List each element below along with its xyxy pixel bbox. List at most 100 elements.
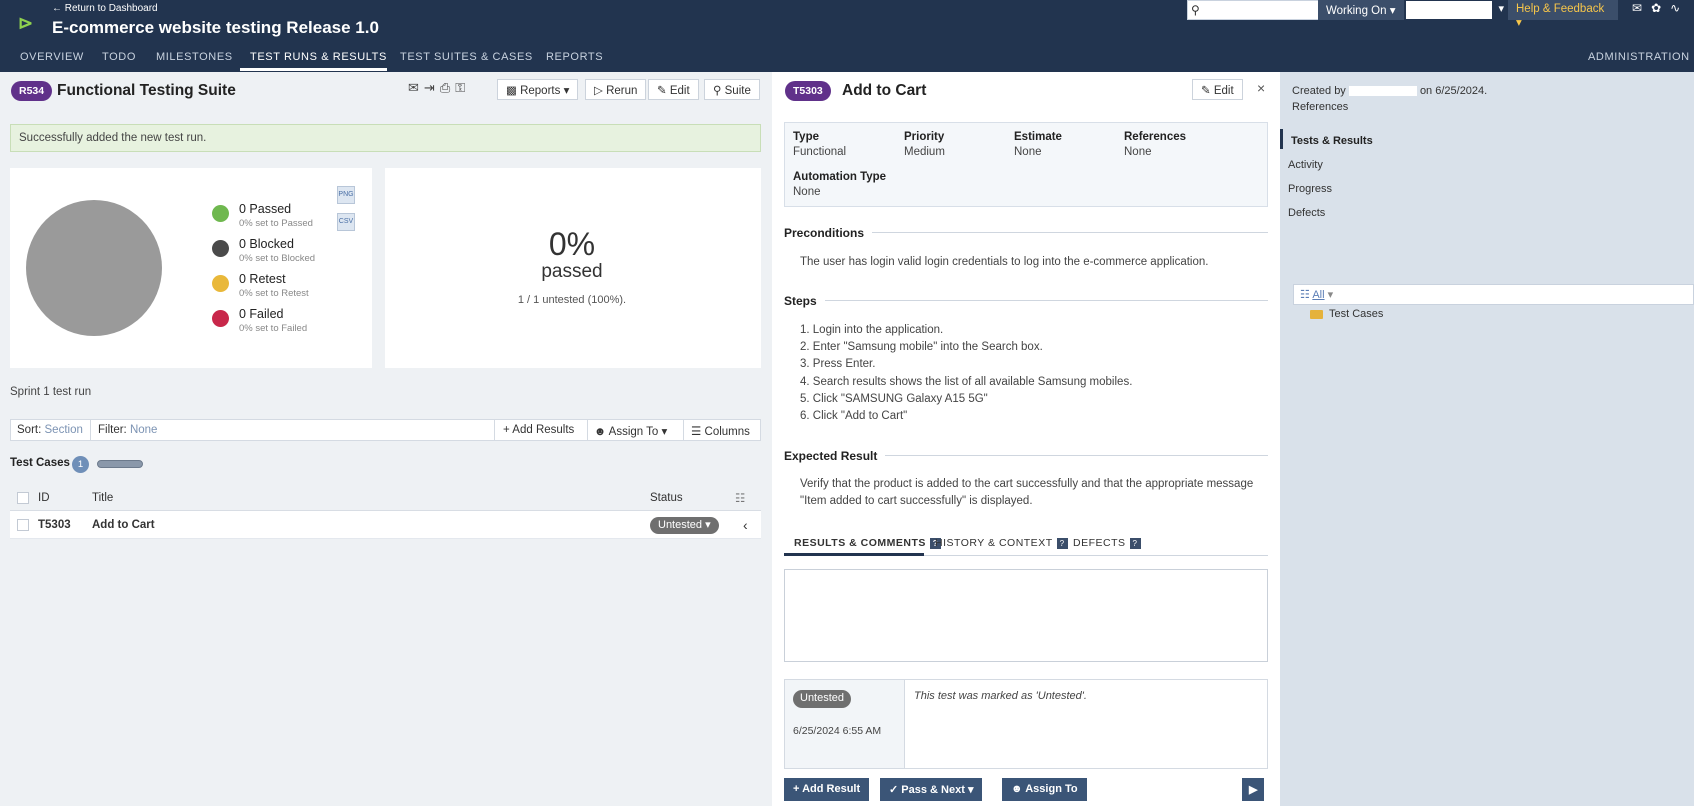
sidebar-item-tests-results[interactable]: Tests & Results <box>1291 135 1373 147</box>
status-dropdown[interactable]: Untested ▾ <box>650 517 719 534</box>
legend-failed-label: 0 Failed <box>239 307 284 321</box>
edit-label: Edit <box>1213 85 1234 97</box>
column-status[interactable]: Status <box>650 492 683 504</box>
user-menu[interactable]: ▾ <box>1404 0 1504 20</box>
app-logo-icon[interactable]: ⊳ <box>18 14 33 32</box>
comment-textarea[interactable] <box>784 569 1268 662</box>
active-tab-indicator <box>240 68 387 71</box>
pass-percentage: 0% <box>548 226 596 262</box>
active-nav-indicator <box>1280 129 1283 149</box>
tree-folder-test-cases[interactable]: Test Cases <box>1310 308 1383 320</box>
legend-blocked-sub: 0% set to Blocked <box>239 253 316 264</box>
tab-test-runs-results[interactable]: TEST RUNS & RESULTS <box>250 51 387 63</box>
working-on-dropdown[interactable]: Working On ▾ <box>1318 0 1404 20</box>
row-checkbox[interactable] <box>17 519 29 531</box>
filter-control[interactable]: Filter: None <box>98 424 157 436</box>
preconditions-heading: Preconditions <box>784 226 873 240</box>
add-results-label: Add Results <box>512 424 575 436</box>
email-icon[interactable]: ✉ <box>408 80 424 95</box>
top-header: ⊳ ← Return to Dashboard E-commerce websi… <box>0 0 1694 72</box>
assign-to-button[interactable]: ☻ Assign To <box>1002 778 1087 801</box>
run-description: Sprint 1 test run <box>10 386 92 398</box>
step-item: 2. Enter "Samsung mobile" into the Searc… <box>800 341 1043 354</box>
legend-retest-sub: 0% set to Retest <box>239 288 309 299</box>
magnifier-icon: ⚲ <box>713 85 722 97</box>
chevron-down-icon: ▾ <box>563 85 570 97</box>
folder-label: Test Cases <box>1329 308 1384 320</box>
result-history-entry: Untested 6/25/2024 6:55 AM This test was… <box>784 679 1268 769</box>
tab-test-suites-cases[interactable]: TEST SUITES & CASES <box>400 51 533 63</box>
sidebar-item-progress[interactable]: Progress <box>1288 183 1332 195</box>
user-name-redacted <box>1406 1 1492 19</box>
column-title[interactable]: Title <box>92 492 113 504</box>
export-chart-icon[interactable]: PNG <box>337 186 355 204</box>
print-icon[interactable]: ⎙ <box>440 80 455 95</box>
tab-history-context[interactable]: HISTORY & CONTEXT? <box>935 537 1068 549</box>
header-icon-group: ✉✿∿ <box>1632 1 1689 15</box>
sort-control[interactable]: Sort: Section <box>17 424 83 436</box>
divider <box>587 420 588 440</box>
step-item: 1. Login into the application. <box>800 324 944 336</box>
close-icon[interactable]: × <box>1257 80 1265 96</box>
suite-button[interactable]: ⚲ Suite <box>704 79 760 100</box>
chevron-down-icon[interactable]: ▾ <box>968 784 974 796</box>
edit-run-button[interactable]: ✎ Edit <box>648 79 699 100</box>
case-id-badge: T5303 <box>785 81 831 101</box>
tab-overview[interactable]: OVERVIEW <box>20 51 84 63</box>
assign-user-icon: ☻ <box>594 426 607 438</box>
sidebar-item-defects[interactable]: Defects <box>1288 207 1325 219</box>
reports-dropdown-button[interactable]: ▩ Reports ▾ <box>497 79 579 100</box>
help-icon[interactable]: ? <box>1129 538 1141 549</box>
project-title: E-commerce website testing Release 1.0 <box>52 18 379 37</box>
export-icon[interactable]: ⇥ <box>424 80 440 95</box>
add-result-button[interactable]: + Add Result <box>784 778 870 801</box>
help-feedback-dropdown[interactable]: Help & Feedback ▾ <box>1508 0 1618 29</box>
run-icon-toolbar: ✉⇥⎙⚿ <box>408 80 470 96</box>
rss-icon[interactable]: ∿ <box>1670 1 1689 15</box>
help-feedback-label: Help & Feedback <box>1516 3 1605 15</box>
edit-case-button[interactable]: ✎ Edit <box>1192 79 1243 100</box>
rerun-button[interactable]: ▷ Rerun <box>585 79 647 100</box>
divider <box>784 300 1268 301</box>
tab-reports[interactable]: REPORTS <box>546 51 603 63</box>
search-input[interactable]: ⚲ <box>1187 0 1320 20</box>
lock-icon[interactable]: ⚿ <box>455 80 470 95</box>
tab-todo[interactable]: TODO <box>102 51 136 63</box>
case-title[interactable]: Add to Cart <box>92 519 155 531</box>
table-row[interactable]: T5303 Add to Cart Untested ▾ ‹ <box>10 511 761 539</box>
assign-user-icon: ☻ <box>1011 783 1023 795</box>
tab-administration[interactable]: ADMINISTRATION <box>1588 51 1690 63</box>
steps-heading: Steps <box>784 294 825 308</box>
mail-icon[interactable]: ✉ <box>1632 1 1651 15</box>
case-id[interactable]: T5303 <box>38 519 71 531</box>
sidebar-item-activity[interactable]: Activity <box>1288 159 1323 171</box>
pass-next-label: Pass & Next <box>901 784 965 796</box>
column-id[interactable]: ID <box>38 492 50 504</box>
pass-next-button[interactable]: ✓ Pass & Next ▾ <box>880 778 983 801</box>
select-all-checkbox[interactable] <box>17 492 29 504</box>
return-to-dashboard-link[interactable]: ← Return to Dashboard <box>52 3 158 14</box>
assign-to-dropdown[interactable]: ☻ Assign To ▾ <box>594 424 667 438</box>
columns-button[interactable]: ☰ Columns <box>691 424 750 438</box>
help-icon[interactable]: ? <box>1056 538 1068 549</box>
edit-label: Edit <box>669 85 690 97</box>
untested-summary: 1 / 1 untested (100%). <box>517 294 627 306</box>
tab-defects[interactable]: DEFECTS? <box>1073 537 1141 549</box>
tab-results-comments[interactable]: RESULTS & COMMENTS? <box>794 537 941 549</box>
creator-name-redacted <box>1348 86 1417 97</box>
tree-filter-bar[interactable]: ☷ All ▾ <box>1293 284 1694 305</box>
export-csv-icon[interactable]: CSV <box>337 213 355 231</box>
tab-milestones[interactable]: MILESTONES <box>156 51 233 63</box>
chevron-down-icon: ▾ <box>1327 289 1334 301</box>
tree-filter[interactable]: ☷ All ▾ <box>1300 288 1333 301</box>
play-icon[interactable]: ▶ <box>1242 778 1265 801</box>
case-properties: Type Functional Priority Medium Estimate… <box>784 122 1268 207</box>
pass-rate-card: 0% passed 1 / 1 untested (100%). <box>385 168 761 368</box>
table-header: ID Title Status ☷ <box>10 485 761 511</box>
assign-to-label: Assign To <box>608 426 659 438</box>
column-settings-icon[interactable]: ☷ <box>735 491 745 505</box>
twitter-icon[interactable]: ✿ <box>1651 1 1670 15</box>
type-value: Functional <box>793 146 847 158</box>
add-results-button[interactable]: + Add Results <box>503 424 574 436</box>
chevron-left-icon[interactable]: ‹ <box>743 517 748 533</box>
